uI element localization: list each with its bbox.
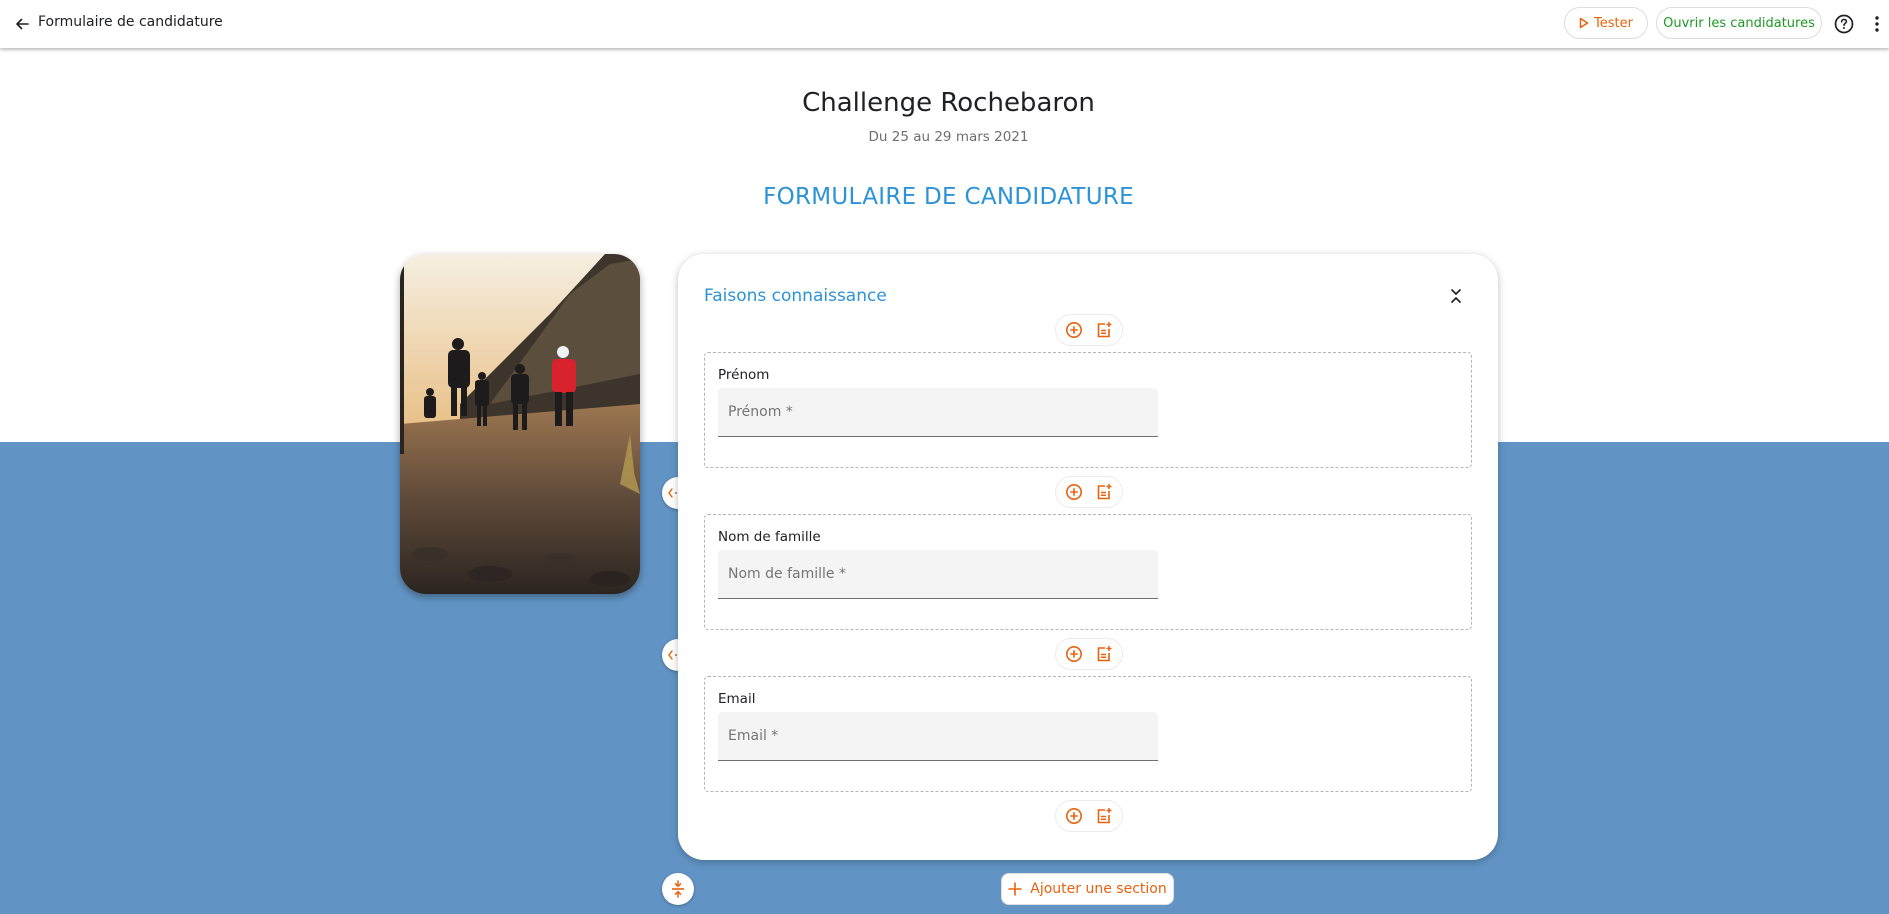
add-circle-icon: [1066, 484, 1082, 500]
note-add-icon: [1097, 646, 1112, 662]
add-field-button[interactable]: [1064, 482, 1084, 502]
note-add-icon: [1097, 484, 1112, 500]
note-add-icon: [1097, 322, 1112, 338]
field-label: Email: [718, 691, 756, 707]
open-applications-button[interactable]: Ouvrir les candidatures: [1656, 7, 1822, 39]
open-applications-label: Ouvrir les candidatures: [1663, 15, 1815, 31]
top-app-bar: Formulaire de candidature Tester Ouvrir …: [0, 0, 1889, 48]
form-section-card: Faisons connaissance Prénom Nom de famil…: [678, 254, 1498, 860]
add-block-button[interactable]: [1094, 806, 1114, 826]
add-field-button[interactable]: [1064, 806, 1084, 826]
add-circle-icon: [1066, 646, 1082, 662]
add-block-button[interactable]: [1094, 320, 1114, 340]
event-date: Du 25 au 29 mars 2021: [868, 129, 1029, 145]
add-section-label: Ajouter une section: [1030, 881, 1167, 897]
add-circle-icon: [1066, 808, 1082, 824]
add-block-button[interactable]: [1094, 644, 1114, 664]
form-heading: FORMULAIRE DE CANDIDATURE: [763, 184, 1134, 210]
tester-button[interactable]: Tester: [1564, 7, 1648, 39]
plus-icon: [1008, 882, 1023, 896]
email-input[interactable]: [718, 712, 1158, 761]
back-button[interactable]: [10, 12, 34, 36]
add-element-toolbar: [1055, 476, 1123, 508]
field-block-first-name[interactable]: Prénom: [704, 352, 1472, 468]
vertical-align-button[interactable]: [662, 873, 694, 905]
play-icon: [1579, 17, 1589, 29]
help-circle-icon[interactable]: [1833, 13, 1855, 35]
add-block-button[interactable]: [1094, 482, 1114, 502]
add-element-toolbar: [1055, 314, 1123, 346]
add-element-toolbar: [1055, 638, 1123, 670]
more-vertical-icon[interactable]: [1872, 13, 1882, 35]
last-name-input[interactable]: [718, 550, 1158, 599]
add-circle-icon: [1066, 322, 1082, 338]
tester-label: Tester: [1594, 15, 1633, 31]
section-title[interactable]: Faisons connaissance: [704, 286, 887, 306]
add-field-button[interactable]: [1064, 320, 1084, 340]
field-block-last-name[interactable]: Nom de famille: [704, 514, 1472, 630]
field-label: Prénom: [718, 367, 770, 383]
add-element-toolbar: [1055, 800, 1123, 832]
arrow-left-icon: [16, 18, 29, 30]
first-name-input[interactable]: [718, 388, 1158, 437]
event-cover-photo[interactable]: [400, 254, 640, 594]
field-label: Nom de famille: [718, 529, 821, 545]
vertical-align-center-icon: [672, 880, 684, 898]
note-add-icon: [1097, 808, 1112, 824]
collapse-icon[interactable]: [1447, 286, 1465, 306]
event-title: Challenge Rochebaron: [802, 88, 1095, 118]
page-title: Formulaire de candidature: [38, 14, 223, 30]
add-section-button[interactable]: Ajouter une section: [1001, 873, 1174, 905]
add-field-button[interactable]: [1064, 644, 1084, 664]
field-block-email[interactable]: Email: [704, 676, 1472, 792]
